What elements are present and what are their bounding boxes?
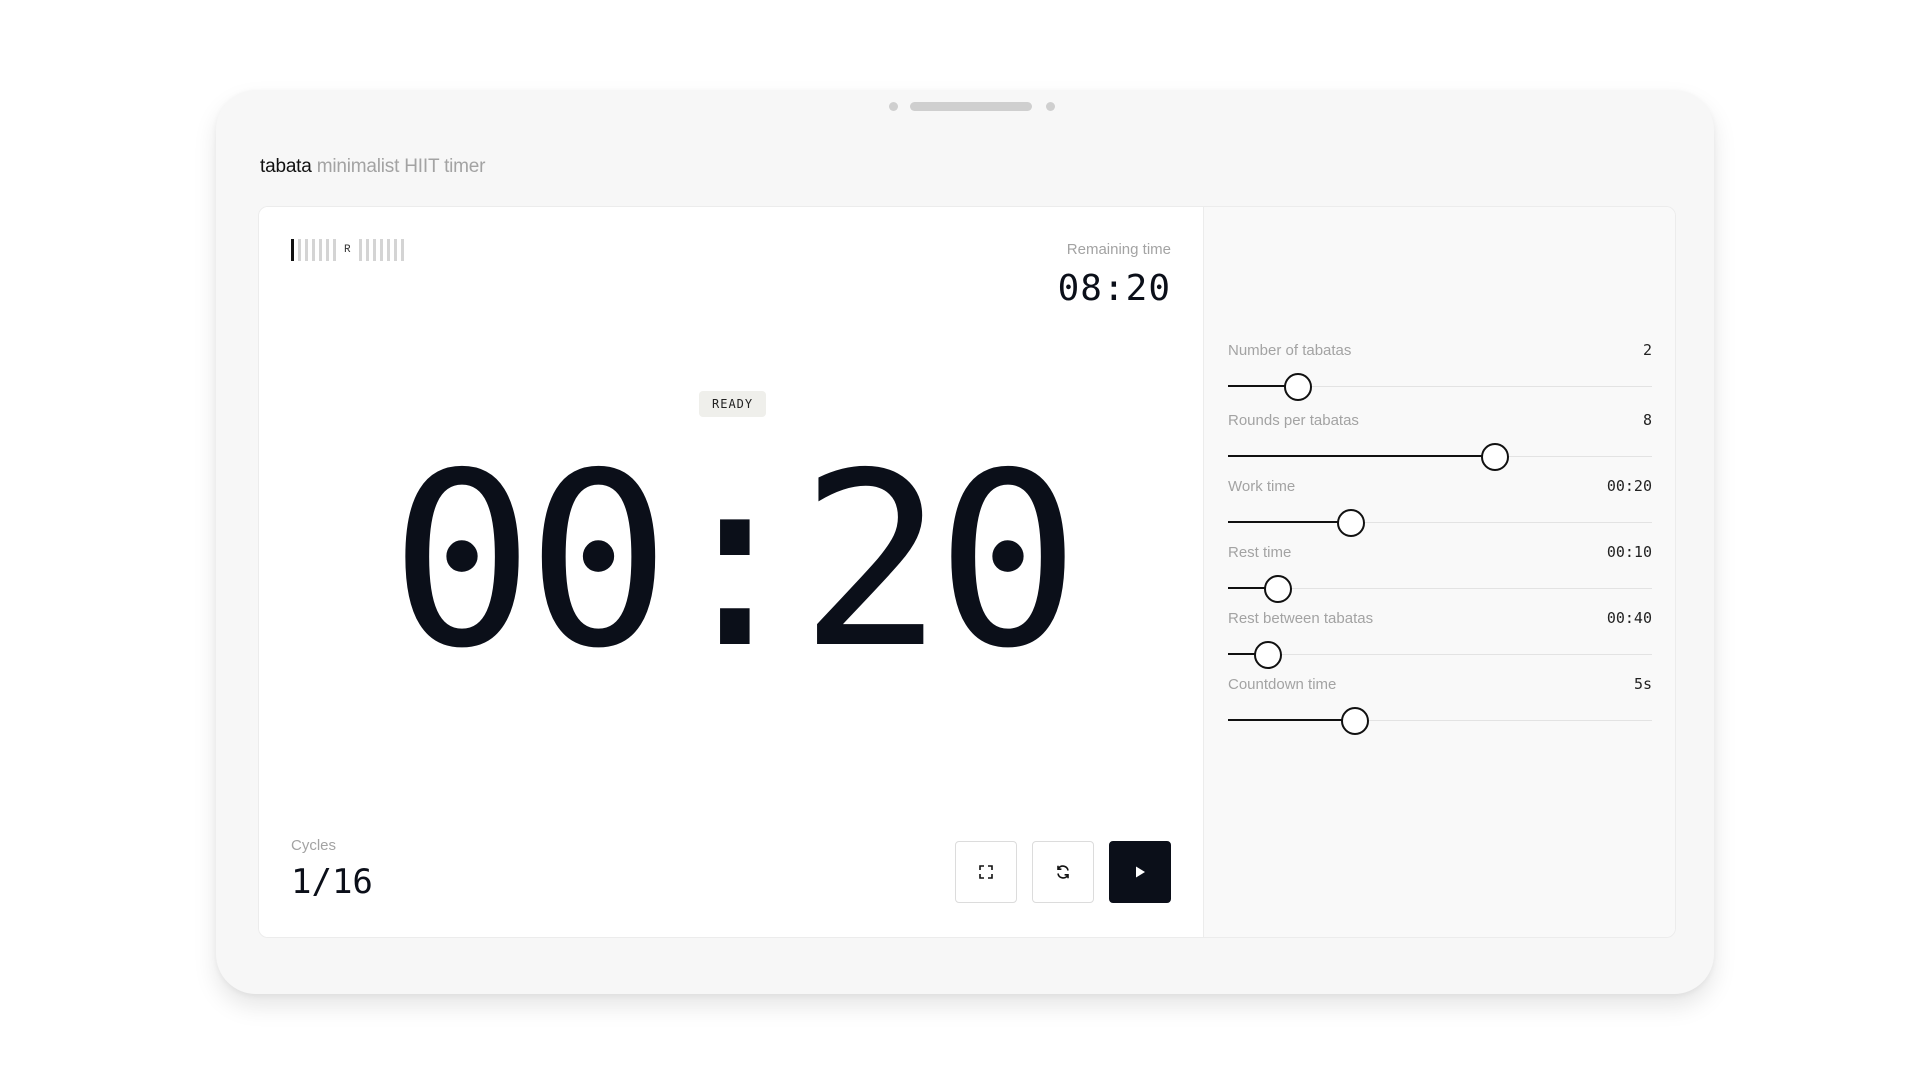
round-tick (319, 239, 322, 261)
reset-icon (1057, 865, 1069, 879)
slider-fill (1228, 719, 1356, 721)
setting-header: Rounds per tabatas 8 (1228, 411, 1652, 429)
slider-thumb[interactable] (1481, 443, 1510, 471)
status-badge: READY (699, 391, 767, 417)
timer-panel: R Remaining time 08:20 READY 00:20 Cycle… (259, 207, 1203, 937)
slider-fill (1228, 455, 1496, 457)
timer-controls (955, 841, 1171, 903)
setting-header: Rest between tabatas 00:40 (1228, 609, 1652, 627)
reset-button[interactable] (1032, 841, 1094, 903)
round-tick (400, 239, 404, 261)
play-button[interactable] (1109, 841, 1171, 903)
slider-fill (1228, 521, 1351, 523)
round-tick (386, 239, 390, 261)
play-icon (1136, 866, 1145, 878)
round-tick (298, 239, 301, 261)
cycles: Cycles 1/16 (291, 837, 373, 902)
setting-label: Work time (1228, 478, 1296, 495)
setting-rest-between: Rest between tabatas 00:40 (1228, 609, 1652, 669)
round-tick (312, 239, 315, 261)
setting-value: 00:20 (1606, 477, 1652, 495)
round-tick (291, 239, 294, 261)
round-tick (365, 239, 369, 261)
app-brand: tabata minimalist HIIT timer (260, 156, 486, 178)
fullscreen-button[interactable] (955, 841, 1017, 903)
setting-value: 2 (1642, 341, 1652, 359)
setting-header: Rest time 00:10 (1228, 543, 1652, 561)
setting-tabatas: Number of tabatas 2 (1228, 341, 1652, 401)
rest-slider[interactable] (1228, 575, 1652, 603)
camera-dot (889, 102, 898, 111)
setting-countdown: Countdown time 5s (1228, 675, 1652, 735)
app-name: tabata (260, 156, 312, 177)
main-card: R Remaining time 08:20 READY 00:20 Cycle… (258, 206, 1676, 938)
tablet-frame: tabata minimalist HIIT timer R Remaining… (216, 90, 1714, 994)
setting-value: 5s (1633, 675, 1652, 693)
work-slider[interactable] (1228, 509, 1652, 537)
round-tick (379, 239, 383, 261)
slider-thumb[interactable] (1341, 707, 1370, 735)
setting-header: Countdown time 5s (1228, 675, 1652, 693)
setting-header: Work time 00:20 (1228, 477, 1652, 495)
remaining-time-value: 08:20 (1057, 268, 1171, 309)
round-tick (372, 239, 376, 261)
setting-label: Number of tabatas (1228, 342, 1352, 359)
setting-rest: Rest time 00:10 (1228, 543, 1652, 603)
setting-label: Rounds per tabatas (1228, 412, 1359, 429)
setting-label: Countdown time (1228, 676, 1337, 693)
slider-thumb[interactable] (1264, 575, 1293, 603)
slider-thumb[interactable] (1284, 373, 1313, 401)
app-tagline: minimalist HIIT timer (316, 156, 486, 177)
cycles-label: Cycles (291, 837, 337, 854)
setting-value: 8 (1642, 411, 1652, 429)
round-progress: R (291, 239, 408, 261)
countdown-slider[interactable] (1228, 707, 1652, 735)
round-tick (326, 239, 329, 261)
sensor-bar (910, 102, 1032, 111)
setting-rounds: Rounds per tabatas 8 (1228, 411, 1652, 471)
current-timer: 00:20 (389, 421, 1080, 701)
setting-header: Number of tabatas 2 (1228, 341, 1652, 359)
setting-value: 00:10 (1606, 543, 1652, 561)
fullscreen-icon (979, 865, 993, 879)
remaining-time-label: Remaining time (1066, 241, 1171, 258)
sensor-dot (1046, 102, 1055, 111)
settings-panel: Number of tabatas 2 Rounds per tabatas 8 Wor… (1203, 207, 1675, 937)
setting-label: Rest time (1228, 544, 1292, 561)
setting-label: Rest between tabatas (1228, 610, 1374, 627)
slider-track (1228, 654, 1652, 655)
slider-thumb[interactable] (1254, 641, 1283, 669)
rest-between-slider[interactable] (1228, 641, 1652, 669)
round-tick (393, 239, 397, 261)
round-tick (333, 239, 336, 261)
tabatas-slider[interactable] (1228, 373, 1652, 401)
round-tick (305, 239, 308, 261)
remaining-time: Remaining time 08:20 (1058, 241, 1171, 309)
round-tick (358, 239, 362, 261)
cycles-value: 1/16 (291, 862, 373, 902)
setting-value: 00:40 (1606, 609, 1652, 627)
slider-thumb[interactable] (1336, 509, 1365, 537)
rounds-slider[interactable] (1228, 443, 1652, 471)
round-marker: R (344, 244, 351, 256)
setting-work: Work time 00:20 (1228, 477, 1652, 537)
